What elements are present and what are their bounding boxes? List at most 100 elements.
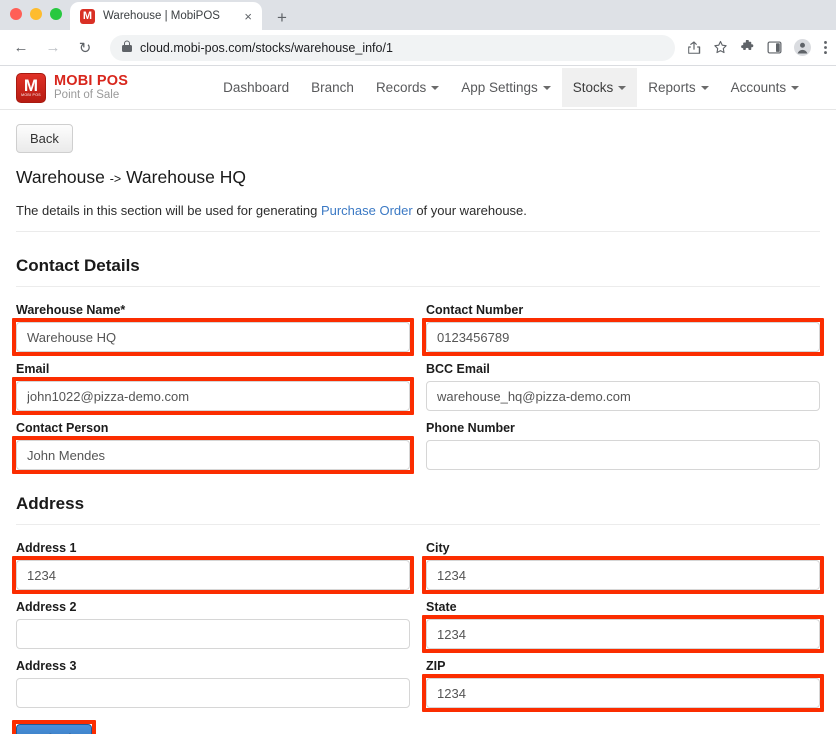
nav-item-reports[interactable]: Reports	[637, 68, 719, 107]
nav-label: Stocks	[572, 80, 614, 95]
address-left-column: Address 1 Address 2 Address 3	[12, 537, 414, 708]
browser-toolbar: ← → ↻ cloud.mobi-pos.com/stocks/warehous…	[0, 30, 836, 66]
app-navbar: M MOBI POS MOBI POS Point of Sale Dashbo…	[0, 66, 836, 110]
highlight-city	[422, 556, 824, 594]
address-1-input[interactable]	[16, 560, 410, 590]
field-address-2: Address 2	[16, 600, 410, 649]
profile-avatar-icon[interactable]	[794, 39, 811, 56]
contact-details-heading: Contact Details	[16, 256, 820, 287]
state-input[interactable]	[426, 619, 820, 649]
zip-input[interactable]	[426, 678, 820, 708]
logo-sublabel: MOBI POS	[21, 92, 41, 97]
desc-text-before: The details in this section will be used…	[16, 203, 321, 218]
nav-item-app-settings[interactable]: App Settings	[450, 68, 562, 107]
field-email: Email	[12, 362, 414, 415]
side-panel-icon[interactable]	[767, 40, 782, 55]
chevron-down-icon	[700, 85, 709, 90]
label-contact-number: Contact Number	[426, 303, 524, 317]
field-zip: ZIP	[422, 659, 824, 712]
page-title-prefix: Warehouse	[16, 167, 105, 187]
page-title-name: Warehouse HQ	[126, 167, 247, 187]
address-bar[interactable]: cloud.mobi-pos.com/stocks/warehouse_info…	[110, 34, 675, 61]
contact-person-input[interactable]	[16, 440, 410, 470]
forward-navigation-icon[interactable]: →	[40, 35, 66, 61]
back-button[interactable]: Back	[16, 124, 73, 153]
label-address-2: Address 2	[16, 600, 77, 614]
contact-details-grid: Warehouse Name* Email Contact Person	[12, 299, 824, 474]
nav-label: App Settings	[461, 80, 538, 95]
nav-label: Reports	[648, 80, 696, 95]
contact-left-column: Warehouse Name* Email Contact Person	[12, 299, 414, 474]
label-zip: ZIP	[426, 659, 446, 673]
lock-icon	[122, 40, 132, 55]
nav-label: Dashboard	[223, 80, 290, 95]
field-state: State	[422, 600, 824, 653]
extensions-puzzle-icon[interactable]	[740, 40, 755, 55]
nav-item-records[interactable]: Records	[365, 68, 450, 107]
browser-tab-strip: M Warehouse | MobiPOS × +	[0, 0, 836, 30]
page-title: Warehouse -> Warehouse HQ	[16, 167, 820, 188]
desc-text-after: of your warehouse.	[412, 203, 527, 218]
brand-tagline: Point of Sale	[54, 89, 120, 102]
page-content: Back Warehouse -> Warehouse HQ The detai…	[0, 110, 836, 734]
address-2-input[interactable]	[16, 619, 410, 649]
label-city: City	[426, 541, 450, 555]
brand-logo[interactable]: M MOBI POS MOBI POS Point of Sale	[16, 72, 129, 103]
label-bcc-email: BCC Email	[426, 362, 490, 376]
window-controls	[0, 8, 62, 30]
nav-item-stocks[interactable]: Stocks	[561, 68, 638, 107]
brand-name: MOBI POS	[54, 72, 129, 89]
toolbar-icons	[681, 39, 828, 56]
bookmark-star-icon[interactable]	[713, 40, 728, 55]
highlight-submit: Submit	[11, 720, 97, 734]
page-title-arrow: ->	[109, 172, 122, 186]
field-warehouse-name: Warehouse Name*	[12, 303, 414, 356]
reload-icon[interactable]: ↻	[72, 35, 98, 61]
field-contact-person: Contact Person	[12, 421, 414, 474]
brand-text: MOBI POS Point of Sale	[54, 72, 129, 102]
address-grid: Address 1 Address 2 Address 3 City	[12, 537, 824, 712]
purchase-order-link[interactable]: Purchase Order	[321, 203, 413, 218]
email-input[interactable]	[16, 381, 410, 411]
share-icon[interactable]	[687, 40, 701, 55]
url-text: cloud.mobi-pos.com/stocks/warehouse_info…	[140, 40, 393, 55]
close-window-button[interactable]	[10, 8, 22, 20]
nav-item-branch[interactable]: Branch	[300, 68, 365, 107]
address-heading: Address	[16, 494, 820, 525]
highlight-contact-person	[12, 436, 414, 474]
back-navigation-icon[interactable]: ←	[8, 35, 34, 61]
highlight-contact-number	[422, 318, 824, 356]
chrome-menu-icon[interactable]	[823, 40, 828, 55]
field-contact-number: Contact Number	[422, 303, 824, 356]
browser-tab[interactable]: M Warehouse | MobiPOS ×	[70, 2, 262, 30]
label-email: Email	[16, 362, 50, 376]
highlight-zip	[422, 674, 824, 712]
chevron-down-icon	[618, 85, 627, 90]
phone-number-input[interactable]	[426, 440, 820, 470]
tab-title: Warehouse | MobiPOS	[103, 10, 220, 22]
nav-label: Accounts	[730, 80, 787, 95]
bcc-email-input[interactable]	[426, 381, 820, 411]
highlight-state	[422, 615, 824, 653]
favicon-letter: M	[82, 9, 93, 22]
field-city: City	[422, 541, 824, 594]
submit-button[interactable]: Submit	[16, 724, 93, 734]
new-tab-button[interactable]: +	[272, 9, 292, 26]
label-contact-person: Contact Person	[16, 421, 109, 435]
contact-number-input[interactable]	[426, 322, 820, 352]
highlight-warehouse-name	[12, 318, 414, 356]
highlight-email	[12, 377, 414, 415]
minimize-window-button[interactable]	[30, 8, 42, 20]
maximize-window-button[interactable]	[50, 8, 62, 20]
label-address-1: Address 1	[16, 541, 77, 555]
close-tab-icon[interactable]: ×	[242, 8, 254, 25]
chevron-down-icon	[791, 85, 800, 90]
city-input[interactable]	[426, 560, 820, 590]
warehouse-name-input[interactable]	[16, 322, 410, 352]
favicon-mobipos-icon: M	[80, 8, 95, 24]
nav-item-dashboard[interactable]: Dashboard	[212, 68, 300, 107]
logo-letter: M	[23, 75, 39, 95]
address-3-input[interactable]	[16, 678, 410, 708]
field-address-1: Address 1	[12, 541, 414, 594]
nav-item-accounts[interactable]: Accounts	[720, 68, 811, 107]
